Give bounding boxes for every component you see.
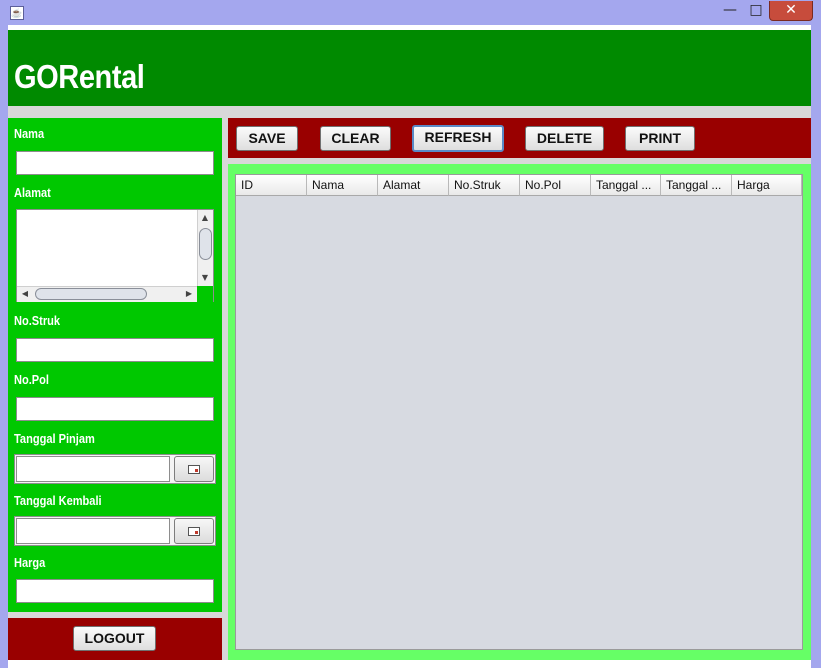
scroll-right-arrow-icon[interactable]: ▶ [182,287,196,301]
window-frame-right [811,25,821,668]
minimize-button[interactable]: — [717,1,743,21]
scroll-down-arrow-icon[interactable]: ▼ [198,271,212,285]
no-struk-input[interactable] [16,338,214,362]
column-header-tanggal-pinjam[interactable]: Tanggal ... [591,175,661,196]
window-frame-left [0,25,8,668]
tanggal-kembali-calendar-button[interactable] [174,518,214,544]
delete-button[interactable]: DELETE [525,126,604,151]
no-struk-label: No.Struk [14,313,61,328]
no-pol-input[interactable] [16,397,214,421]
column-header-id[interactable]: ID [236,175,307,196]
refresh-button[interactable]: REFRESH [412,125,504,152]
minimize-icon: — [723,2,737,18]
logout-button[interactable]: LOGOUT [73,626,156,651]
maximize-icon: □ [749,2,763,18]
tanggal-pinjam-calendar-button[interactable] [174,456,214,482]
column-header-alamat[interactable]: Alamat [378,175,449,196]
column-header-no-struk[interactable]: No.Struk [449,175,520,196]
alamat-label: Alamat [14,185,51,200]
rental-table[interactable] [235,174,803,650]
tanggal-pinjam-label: Tanggal Pinjam [14,431,95,446]
print-button[interactable]: PRINT [625,126,695,151]
save-button[interactable]: SAVE [236,126,298,151]
column-header-no-pol[interactable]: No.Pol [520,175,591,196]
tanggal-kembali-label: Tanggal Kembali [14,493,102,508]
window-title-bar [0,0,821,25]
horizontal-scroll-thumb[interactable] [35,288,147,300]
column-header-harga[interactable]: Harga [732,175,802,196]
java-icon: ☕ [10,6,24,20]
calendar-icon [188,527,200,536]
scroll-left-arrow-icon[interactable]: ◀ [18,287,32,301]
nama-input[interactable] [16,151,214,175]
column-header-tanggal-kembali[interactable]: Tanggal ... [661,175,732,196]
calendar-icon [188,465,200,474]
tanggal-pinjam-input[interactable] [16,456,170,482]
app-title: GORental [14,58,145,95]
action-toolbar [228,118,811,158]
harga-label: Harga [14,555,46,570]
close-icon: ✕ [785,2,797,18]
window-bottom-edge [8,660,811,668]
close-button[interactable]: ✕ [769,1,813,21]
column-header-nama[interactable]: Nama [307,175,378,196]
no-pol-label: No.Pol [14,372,49,387]
scroll-corner [197,286,213,302]
maximize-button[interactable]: □ [743,1,769,21]
scroll-up-arrow-icon[interactable]: ▲ [198,211,212,225]
harga-input[interactable] [16,579,214,603]
tanggal-kembali-input[interactable] [16,518,170,544]
clear-button[interactable]: CLEAR [320,126,391,151]
vertical-scroll-thumb[interactable] [199,228,212,260]
nama-label: Nama [14,126,45,141]
